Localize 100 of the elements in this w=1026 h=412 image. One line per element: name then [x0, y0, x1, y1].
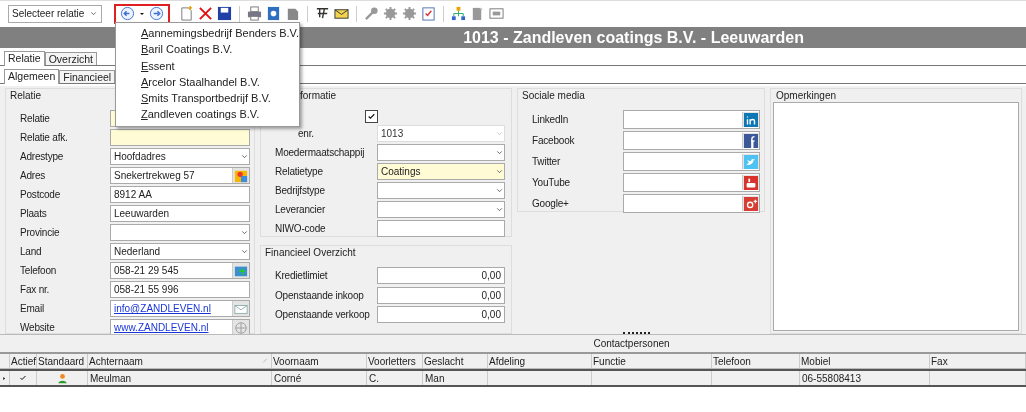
splitter-grip[interactable] [623, 332, 650, 337]
email-button[interactable] [232, 301, 249, 316]
website-link[interactable]: www.ZANDLEVEN.nl [114, 322, 209, 333]
field-label: Relatie [20, 113, 51, 124]
table-cell: Corné [274, 372, 302, 384]
checkmark-icon [367, 112, 376, 121]
column-header[interactable]: Functie [592, 354, 712, 368]
input-field[interactable]: 058-21 55 996 [110, 281, 250, 298]
table-cell: Meulman [90, 372, 132, 384]
field-value: 1013 [381, 128, 404, 139]
relation-select[interactable]: Selecteer relatie [8, 4, 102, 23]
field-label: enr. [297, 128, 315, 139]
field-value: 8912 AA [114, 189, 152, 200]
map-pin-icon [234, 168, 248, 183]
dropdown-field[interactable] [110, 224, 250, 241]
amount-field[interactable]: 0,00 [377, 286, 505, 304]
dropdown-field[interactable]: Hoofdadres [110, 148, 250, 165]
tab[interactable]: Relatie [4, 51, 45, 66]
amount-field[interactable]: 0,00 [377, 267, 505, 285]
field-label: Adres [20, 170, 47, 181]
menu-item[interactable]: Arcelor Staalhandel B.V. [116, 73, 299, 91]
tab[interactable]: Algemeen [4, 69, 60, 84]
envelope-icon [334, 6, 349, 21]
select-value: Selecteer relatie [12, 8, 85, 19]
forward-button[interactable] [148, 5, 165, 22]
table-cell: Man [425, 372, 445, 384]
column-header[interactable]: Geslacht [423, 354, 488, 368]
field-label: Facebook [532, 135, 576, 146]
field-value: 058-21 29 545 [114, 265, 179, 276]
input-field[interactable]: 058-21 29 545 [110, 262, 250, 279]
input-field[interactable]: Leeuwarden [110, 205, 250, 222]
input-field[interactable] [623, 152, 760, 171]
facebook-icon [744, 133, 758, 148]
input-field[interactable]: info@ZANDLEVEN.nl [110, 300, 250, 317]
twitter-button[interactable] [742, 154, 759, 169]
field-label: Telefoon [20, 265, 58, 276]
field-label: NIWO-code [275, 223, 327, 234]
field-value: Snekertrekweg 57 [114, 170, 195, 181]
dropdown-field[interactable] [377, 144, 505, 161]
linkedin-icon [744, 112, 758, 127]
field-value: Coatings [381, 166, 421, 177]
tab[interactable]: Overzicht [44, 52, 98, 65]
input-field[interactable] [377, 220, 505, 237]
field-label: Relatietype [275, 166, 324, 177]
table-row[interactable]: Meulman Corné C. Man 06-55808413 [0, 369, 1026, 387]
key-icon [364, 6, 379, 21]
row-pointer-icon [2, 374, 7, 382]
facebook-button[interactable] [742, 133, 759, 148]
table-cell: C. [369, 372, 379, 384]
field-label: Google+ [532, 198, 570, 209]
save-icon [217, 6, 232, 21]
column-header[interactable]: Fax [930, 354, 1026, 368]
column-header[interactable]: Voornaam [272, 354, 367, 368]
section-title: Contactpersonen [593, 338, 670, 349]
input-field[interactable] [623, 131, 760, 150]
menu-item[interactable]: Essent [116, 57, 299, 74]
input-field[interactable]: Snekertrekweg 57 [110, 167, 250, 184]
menu-item[interactable]: Aannemingsbedrijf Benders B.V. [116, 25, 299, 42]
column-header[interactable]: Afdeling [488, 354, 592, 368]
tab[interactable]: Financieel [59, 70, 116, 83]
field-label: LinkedIn [532, 114, 570, 125]
print-preview-icon [266, 6, 281, 21]
dropdown-field[interactable] [377, 201, 505, 218]
input-field[interactable] [623, 173, 760, 192]
field-label: Openstaande inkoop [275, 289, 365, 301]
field-label: Openstaande verkoop [275, 309, 371, 321]
field-label: Land [20, 246, 43, 257]
field-value: Hoofdadres [114, 151, 166, 162]
field-label: Twitter [532, 156, 562, 167]
input-field[interactable] [623, 194, 760, 213]
field-label: YouTube [532, 177, 571, 188]
field-value: Leeuwarden [114, 208, 170, 219]
dropdown-field[interactable] [377, 182, 505, 199]
gear-icon [383, 6, 398, 21]
checklist-icon [421, 6, 436, 21]
window-icon [489, 6, 504, 21]
menu-item[interactable]: Zandleven coatings B.V. [116, 106, 299, 123]
back-button[interactable] [119, 5, 136, 22]
menu-item[interactable]: Smits Transportbedrijf B.V. [116, 90, 299, 107]
input-field[interactable] [110, 129, 250, 146]
column-header[interactable]: Actief [10, 354, 37, 368]
email-link[interactable]: info@ZANDLEVEN.nl [114, 303, 211, 314]
column-header[interactable]: Achternaam [88, 354, 272, 368]
column-header[interactable]: Standaard [37, 354, 88, 368]
field-value: Nederland [114, 246, 161, 257]
column-header[interactable]: Voorletters [367, 354, 423, 368]
checkbox[interactable] [365, 110, 378, 123]
dropdown-field[interactable]: Nederland [110, 243, 250, 260]
phone-button[interactable] [232, 263, 249, 278]
dropdown-field[interactable]: Coatings [377, 163, 505, 180]
input-field[interactable] [623, 110, 760, 129]
input-field[interactable]: 8912 AA [110, 186, 250, 203]
column-header[interactable]: Mobiel [800, 354, 930, 368]
table-cell: 06-55808413 [802, 372, 861, 384]
amount-field[interactable]: 0,00 [377, 306, 505, 324]
field-label: Website [20, 322, 56, 333]
linkedin-button[interactable] [742, 112, 759, 127]
address-button[interactable] [232, 168, 249, 183]
group-title: Financieel Overzicht [265, 246, 356, 259]
column-header[interactable]: Telefoon [712, 354, 800, 368]
